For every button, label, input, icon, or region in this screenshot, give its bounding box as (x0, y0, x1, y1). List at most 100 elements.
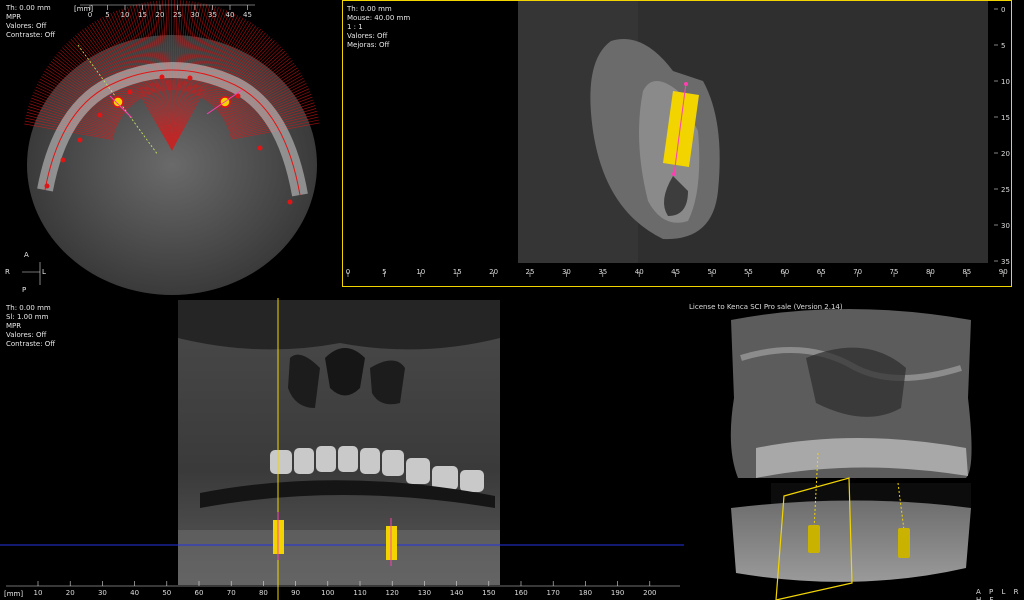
cross-info-line: 1 : 1 (347, 23, 363, 31)
mandible-bone (178, 530, 500, 585)
ruler-label: 60 (780, 268, 789, 276)
ruler-label: 70 (227, 589, 236, 597)
ruler-label: 50 (708, 268, 717, 276)
cross-info-line: Th: 0.00 mm (347, 5, 392, 13)
ruler-label: 200 (643, 589, 656, 597)
ruler-label: 90 (999, 268, 1008, 276)
ruler-label: 10 (1001, 78, 1010, 86)
implant-axis-handle-top[interactable] (684, 82, 688, 86)
pano-ruler-unit: [mm] (4, 590, 24, 598)
implant-axis-handle-bottom[interactable] (672, 172, 676, 176)
ruler-label: 35 (1001, 258, 1010, 266)
ruler-label: 0 (346, 268, 350, 276)
ruler-label: 20 (489, 268, 498, 276)
orientation-cube-labels[interactable]: A P L R H F (976, 588, 1024, 600)
orientation-right: R (5, 268, 10, 276)
cross-info-line: Mouse: 40.00 mm (347, 14, 411, 22)
axial-image: 0 5 10 15 20 25 30 35 40 45 (22, 0, 320, 295)
ruler-label: 5 (382, 268, 386, 276)
ruler-label: 20 (156, 11, 165, 19)
orientation-anterior: A (24, 251, 29, 259)
nasal-cavity (325, 348, 365, 396)
ruler-label: 40 (130, 589, 139, 597)
ruler-label: 20 (1001, 150, 1010, 158)
ruler-label: 25 (1001, 186, 1010, 194)
axial-info-line: Valores: Off (6, 22, 47, 30)
ruler-label: 20 (66, 589, 75, 597)
ruler-label: 15 (453, 268, 462, 276)
ruler-label: 110 (353, 589, 366, 597)
orientation-left: L (42, 268, 46, 276)
ruler-label: 45 (243, 11, 252, 19)
panoramic-viewport[interactable]: 10 20 30 40 50 60 70 80 90 100 110 120 130 140 150 160 1… (0, 298, 684, 600)
ruler-label: 120 (386, 589, 399, 597)
panoramic-image: 10 20 30 40 50 60 70 80 90 100 110 120 130 140 150 160 1… (0, 298, 684, 600)
ruler-label: 5 (105, 11, 109, 19)
ruler-label: 170 (547, 589, 560, 597)
ruler-label: 80 (259, 589, 268, 597)
ruler-label: 15 (1001, 114, 1010, 122)
ruler-label: 85 (962, 268, 971, 276)
ruler-label: 160 (514, 589, 527, 597)
cross-info: Th: 0.00 mm Mouse: 40.00 mm 1 : 1 Valore… (347, 5, 410, 50)
ruler-label: 30 (562, 268, 571, 276)
ruler-label: 180 (579, 589, 592, 597)
ruler-label: 130 (418, 589, 431, 597)
ruler-label: 10 (34, 589, 43, 597)
pano-info-line: MPR (6, 322, 22, 330)
render3d-image (730, 309, 972, 600)
ruler-label: 140 (450, 589, 463, 597)
axial-info-line: Th: 0.00 mm (6, 4, 51, 12)
ruler-label: 150 (482, 589, 495, 597)
axial-info-line: Contraste: Off (6, 31, 56, 39)
cross-section-image: 0 5 10 15 20 25 30 35 40 45 50 55 60 65 70 75 80 85 90 0 5 1… (346, 1, 1010, 277)
cross-horizontal-ruler: 0 5 10 15 20 25 30 35 40 45 50 55 60 65 70 75 80 85 90 (346, 268, 1008, 277)
ruler-label: 30 (191, 11, 200, 19)
cross-section-viewport[interactable]: 0 5 10 15 20 25 30 35 40 45 50 55 60 65 70 75 80 85 90 0 5 1… (342, 0, 1012, 287)
ruler-label: 75 (890, 268, 899, 276)
pano-info-line: Contraste: Off (6, 340, 56, 348)
ruler-label: 25 (526, 268, 535, 276)
ruler-label: 45 (671, 268, 680, 276)
ruler-label: 90 (291, 589, 300, 597)
ruler-label: 0 (1001, 6, 1005, 14)
nasal-dark-region (178, 300, 500, 350)
ruler-label: 5 (1001, 42, 1005, 50)
ruler-label: 10 (121, 11, 130, 19)
ruler-label: 65 (817, 268, 826, 276)
ruler-label: 35 (598, 268, 607, 276)
ruler-label: 40 (635, 268, 644, 276)
implant-3d-left[interactable] (898, 528, 910, 558)
axial-info: Th: 0.00 mm MPR Valores: Off Contraste: … (6, 4, 55, 40)
pano-info-line: Valores: Off (6, 331, 47, 339)
ruler-label: 80 (926, 268, 935, 276)
ruler-label: 50 (162, 589, 171, 597)
cross-vertical-ruler: 0 5 10 15 20 25 30 35 (994, 6, 1010, 266)
implant-3d-right[interactable] (808, 525, 820, 553)
ruler-label: 30 (98, 589, 107, 597)
license-text: License to Kenca SCI Pro sale (Version 2… (689, 303, 843, 311)
axial-viewport[interactable]: 0 5 10 15 20 25 30 35 40 45 Th: 0.00 mm MPR Valor… (0, 0, 340, 295)
ruler-label: 60 (195, 589, 204, 597)
ruler-label: 55 (744, 268, 753, 276)
axial-ruler-unit: [mm] (74, 5, 94, 13)
implant-marker-right[interactable] (112, 96, 124, 108)
orientation-posterior: P (22, 286, 27, 294)
cross-info-line: Mejoras: Off (347, 41, 390, 49)
pano-info-line: Sl: 1.00 mm (6, 313, 49, 321)
ruler-label: 40 (226, 11, 235, 19)
render3d-viewport[interactable]: License to Kenca SCI Pro sale (Version 2… (686, 298, 1024, 600)
ruler-label: 25 (173, 11, 182, 19)
pano-info-line: Th: 0.00 mm (6, 304, 51, 312)
pano-info: Th: 0.00 mm Sl: 1.00 mm MPR Valores: Off… (6, 304, 55, 349)
ruler-label: 190 (611, 589, 624, 597)
axial-info-line: MPR (6, 13, 22, 21)
ruler-label: 30 (1001, 222, 1010, 230)
ruler-label: 10 (416, 268, 425, 276)
ruler-label: 35 (208, 11, 217, 19)
cross-info-line: Valores: Off (347, 32, 388, 40)
sinus-left (370, 360, 405, 405)
ruler-label: 70 (853, 268, 862, 276)
ruler-label: 15 (138, 11, 147, 19)
ruler-label: 100 (321, 589, 334, 597)
